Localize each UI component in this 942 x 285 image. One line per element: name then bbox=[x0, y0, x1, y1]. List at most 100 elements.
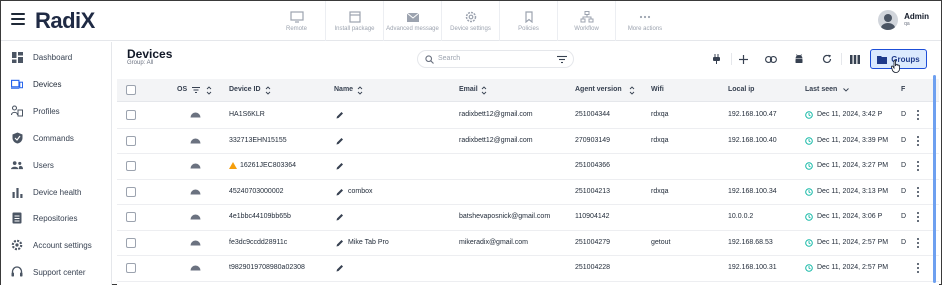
user-role: qa bbox=[904, 21, 910, 27]
last-seen: Dec 11, 2024, 3:39 PM bbox=[817, 136, 889, 144]
device-id[interactable]: t9829019708980a02308 bbox=[229, 264, 305, 271]
row-checkbox[interactable] bbox=[126, 135, 136, 146]
pencil-icon[interactable] bbox=[336, 264, 344, 272]
add-button[interactable] bbox=[734, 50, 752, 68]
device-email: radixbett12@gmail.com bbox=[459, 111, 533, 118]
sidebar-item-label: Devices bbox=[33, 79, 62, 89]
chevron-down-icon[interactable] bbox=[843, 88, 849, 92]
row-checkbox[interactable] bbox=[126, 263, 136, 273]
last-seen: Dec 11, 2024, 3:13 PM bbox=[817, 187, 889, 195]
clock-icon bbox=[805, 162, 813, 170]
column-agent-version[interactable]: Agent version bbox=[575, 86, 622, 93]
column-device-id[interactable]: Device ID bbox=[229, 86, 261, 93]
table-row[interactable]: 45240703000002 combox 251004213 rdxqa 192.16… bbox=[117, 180, 939, 205]
column-name[interactable]: Name bbox=[334, 86, 353, 93]
column-local-ip[interactable]: Local ip bbox=[728, 86, 754, 93]
pencil-icon[interactable] bbox=[336, 111, 344, 119]
clock-icon bbox=[805, 238, 813, 247]
sidebar-item-account-settings[interactable]: Account settings bbox=[1, 232, 112, 258]
sidebar-item-commands[interactable]: Commands bbox=[1, 125, 112, 151]
row-menu-icon[interactable] bbox=[917, 212, 919, 222]
workflow-button[interactable]: Workflow bbox=[558, 1, 616, 41]
refresh-button[interactable] bbox=[818, 50, 836, 68]
row-checkbox[interactable] bbox=[126, 212, 136, 222]
android-button[interactable] bbox=[790, 50, 808, 68]
gear-icon bbox=[465, 11, 476, 22]
column-os[interactable]: OS bbox=[177, 86, 187, 93]
headset-icon bbox=[11, 266, 23, 278]
filter-icon[interactable] bbox=[557, 55, 567, 64]
row-checkbox[interactable] bbox=[126, 110, 136, 120]
plug-button[interactable] bbox=[707, 50, 725, 68]
page-title: Devices bbox=[127, 47, 173, 61]
filter-icon[interactable] bbox=[192, 87, 200, 93]
table-row[interactable]: t9829019708980a02308 251004228 192.168.100… bbox=[117, 256, 939, 282]
menu-icon[interactable] bbox=[11, 13, 25, 25]
row-menu-icon[interactable] bbox=[917, 161, 919, 171]
device-id[interactable]: 332713EHN15155 bbox=[229, 137, 287, 144]
link-button[interactable] bbox=[762, 50, 780, 68]
table-row[interactable]: 332713EHN15155 radixbett12@gmail.com 27090… bbox=[117, 129, 939, 154]
search-input[interactable]: Search bbox=[417, 50, 574, 68]
row-menu-icon[interactable] bbox=[917, 110, 919, 120]
column-f[interactable]: F bbox=[901, 86, 905, 93]
device-id[interactable]: 4e1bbc44109bb65b bbox=[229, 213, 291, 220]
device-id[interactable]: 16261JEC803364 bbox=[240, 162, 296, 169]
remote-button[interactable]: Remote bbox=[268, 1, 326, 41]
user-menu[interactable]: Admin qa bbox=[878, 10, 929, 30]
sort-icon[interactable] bbox=[481, 86, 487, 95]
last-seen: Dec 11, 2024, 3:27 PM bbox=[817, 162, 889, 169]
device-settings-button[interactable]: Device settings bbox=[442, 1, 500, 41]
android-icon bbox=[190, 265, 201, 271]
row-checkbox[interactable] bbox=[126, 161, 136, 171]
columns-icon bbox=[850, 54, 860, 64]
advanced-message-button[interactable]: Advanced message bbox=[384, 1, 442, 41]
sidebar-item-devices[interactable]: Devices bbox=[1, 71, 112, 97]
sidebar-item-repositories[interactable]: Repositories bbox=[1, 205, 112, 231]
column-last-seen[interactable]: Last seen bbox=[805, 86, 837, 93]
columns-button[interactable] bbox=[846, 50, 864, 68]
table-row[interactable]: fe3dc9ccdd28911c Mike Tab Pro mikeradix@gm… bbox=[117, 231, 939, 256]
pencil-icon[interactable] bbox=[336, 239, 344, 247]
remote-label: Remote bbox=[285, 25, 307, 32]
column-wifi[interactable]: Wifi bbox=[651, 86, 664, 93]
row-menu-icon[interactable] bbox=[917, 135, 919, 146]
scrollbar[interactable] bbox=[933, 75, 936, 283]
local-ip: 10.0.0.2 bbox=[728, 213, 754, 220]
pencil-icon[interactable] bbox=[336, 162, 344, 170]
row-checkbox[interactable] bbox=[126, 237, 136, 248]
device-email: radixbett12@gmail.com bbox=[459, 136, 533, 144]
sidebar-item-device-health[interactable]: Device health bbox=[1, 179, 112, 205]
device-id[interactable]: fe3dc9ccdd28911c bbox=[229, 239, 287, 246]
sidebar-item-support-center[interactable]: Support center bbox=[1, 259, 112, 285]
row-menu-icon[interactable] bbox=[917, 237, 919, 248]
sort-icon[interactable] bbox=[206, 86, 212, 95]
row-menu-icon[interactable] bbox=[917, 186, 919, 197]
more-actions-button[interactable]: More actions bbox=[616, 1, 674, 41]
toolbar-divider bbox=[841, 53, 842, 65]
table-row[interactable]: 4e1bbc44109bb65b batshevaposnick@gmail.co… bbox=[117, 205, 939, 231]
workflow-icon bbox=[580, 10, 593, 22]
select-all-checkbox[interactable] bbox=[126, 85, 136, 95]
sidebar-item-profiles[interactable]: Profiles bbox=[1, 98, 112, 124]
pencil-icon[interactable] bbox=[336, 137, 344, 145]
device-id[interactable]: 45240703000002 bbox=[229, 188, 284, 195]
local-ip: 192.168.100.34 bbox=[728, 187, 777, 195]
table-row[interactable]: 16261JEC803364 251004366 Dec 11, 2024, 3:2… bbox=[117, 154, 939, 180]
android-icon bbox=[795, 54, 803, 63]
row-checkbox[interactable] bbox=[126, 186, 136, 197]
column-email[interactable]: Email bbox=[459, 86, 478, 93]
sort-icon[interactable] bbox=[357, 86, 363, 95]
pencil-icon[interactable] bbox=[336, 188, 344, 196]
device-id[interactable]: HA1S6KLR bbox=[229, 111, 265, 118]
install-package-button[interactable]: Install package bbox=[326, 1, 384, 41]
table-row[interactable]: HA1S6KLR radixbett12@gmail.com 251004344 rd… bbox=[117, 103, 939, 129]
sort-icon[interactable] bbox=[629, 86, 635, 95]
pencil-icon[interactable] bbox=[336, 213, 344, 221]
policies-button[interactable]: Policies bbox=[500, 1, 558, 41]
search-icon bbox=[425, 55, 434, 64]
row-menu-icon[interactable] bbox=[917, 263, 919, 273]
sidebar-item-dashboard[interactable]: Dashboard bbox=[1, 44, 112, 70]
sort-icon[interactable] bbox=[265, 86, 271, 95]
sidebar-item-users[interactable]: Users bbox=[1, 152, 112, 178]
